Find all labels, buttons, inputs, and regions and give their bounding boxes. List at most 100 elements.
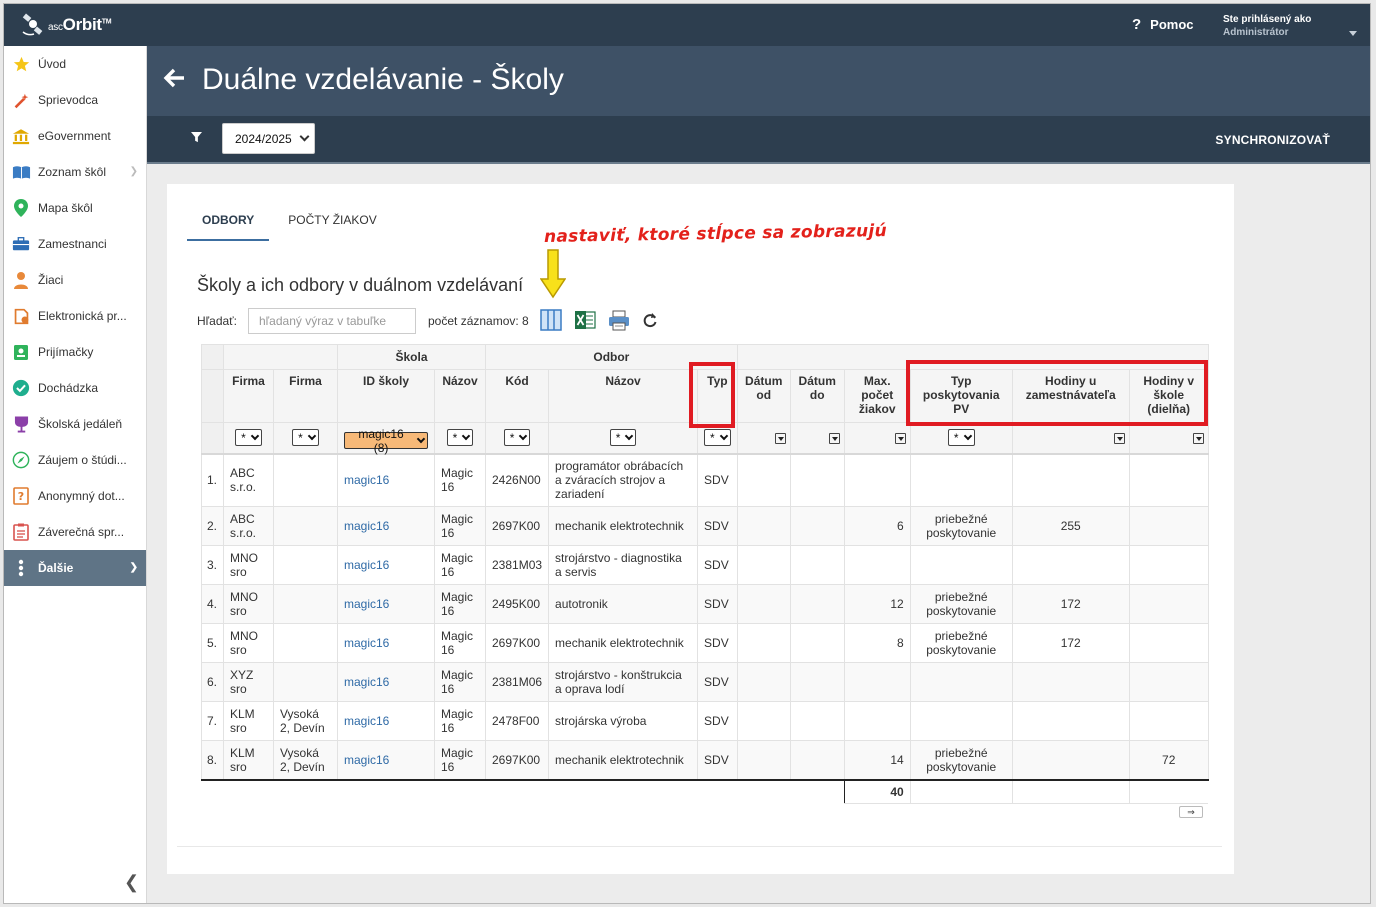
- divider: [177, 846, 1222, 847]
- collapse-sidebar-icon[interactable]: ❮: [124, 872, 139, 893]
- sidebar-item-anonymny[interactable]: ? Anonymný dot...: [4, 478, 146, 514]
- school-id-link[interactable]: magic16: [344, 675, 389, 689]
- user-caption: Ste prihlásený ako: [1223, 14, 1312, 25]
- tab-pocty-ziakov[interactable]: POČTY ŽIAKOV: [273, 209, 391, 241]
- sidebar-item-zamestnanci[interactable]: Zamestnanci: [4, 226, 146, 262]
- columns-icon[interactable]: [540, 309, 562, 331]
- filter-row: * * magic16 (8) * * * * *: [201, 422, 1209, 455]
- sidebar-item-zoznam-skol[interactable]: Zoznam škôl ❯: [4, 154, 146, 190]
- help-button[interactable]: ? Pomoc: [1132, 16, 1194, 33]
- filter-firma2-select[interactable]: *: [292, 429, 319, 447]
- table-row[interactable]: 7. KLM sro Vysoká 2, Devín magic16 Magic…: [201, 701, 1209, 741]
- synchronize-button[interactable]: SYNCHRONIZOVAŤ: [1215, 133, 1330, 147]
- col-nazov-skoly[interactable]: Názov: [434, 369, 486, 423]
- school-id-link[interactable]: magic16: [344, 714, 389, 728]
- table-row[interactable]: 5. MNO sro magic16 Magic 16 2697K00 mech…: [201, 623, 1209, 663]
- search-input[interactable]: hľadaný výraz v tabuľke: [248, 308, 416, 334]
- filter-hodiny-zamestnavatel-icon[interactable]: [1113, 433, 1125, 445]
- table-row[interactable]: 6. XYZ sro magic16 Magic 16 2381M06 stro…: [201, 662, 1209, 702]
- user-name: Administrátor: [1223, 27, 1289, 38]
- col-typ-poskytovania[interactable]: Typ poskytovania PV: [909, 369, 1013, 423]
- sidebar-item-label: Školská jedáleň: [38, 417, 123, 431]
- table-row[interactable]: 8. KLM sro Vysoká 2, Devín magic16 Magic…: [201, 740, 1209, 781]
- sidebar-item-label: Záujem o štúdi...: [38, 453, 127, 467]
- filter-nazov-odboru-select[interactable]: *: [609, 429, 637, 447]
- filter-id-skoly-select[interactable]: magic16 (8): [344, 427, 428, 455]
- sidebar-item-uvod[interactable]: Úvod: [4, 46, 146, 82]
- filter-icon[interactable]: [191, 132, 202, 146]
- filter-datum-od-icon[interactable]: [774, 433, 786, 445]
- school-id-link[interactable]: magic16: [344, 597, 389, 611]
- filter-hodiny-skola-icon[interactable]: [1192, 433, 1204, 445]
- filter-kod-select[interactable]: *: [503, 429, 531, 447]
- sidebar-item-elektronicka[interactable]: Elektronická pr...: [4, 298, 146, 334]
- logo-main-text: Orbit: [62, 15, 102, 34]
- filter-datum-do-icon[interactable]: [828, 433, 840, 445]
- school-id-link[interactable]: magic16: [344, 473, 389, 487]
- annotation-text: nastaviť, ktoré stĺpce sa zobrazujú: [543, 221, 888, 247]
- sidebar-item-dalsie[interactable]: Ďalšie ❯: [4, 550, 146, 586]
- table-row[interactable]: 3. MNO sro magic16 Magic 16 2381M03 stro…: [201, 545, 1209, 585]
- chevron-down-icon[interactable]: [1349, 31, 1357, 36]
- school-year-value: 2024/2025: [235, 131, 292, 146]
- id-badge-icon: [11, 342, 31, 362]
- sidebar-item-dochadzka[interactable]: Dochádzka: [4, 370, 146, 406]
- refresh-icon[interactable]: [642, 312, 658, 328]
- sidebar-item-egovernment[interactable]: eGovernment: [4, 118, 146, 154]
- table-tools: [540, 309, 670, 331]
- building-icon: [11, 126, 31, 146]
- group-header-row: Škola Odbor: [201, 344, 1209, 370]
- col-datum-od[interactable]: Dátum od: [736, 369, 791, 423]
- col-kod[interactable]: Kód: [484, 369, 550, 423]
- sidebar-item-zaujem[interactable]: Záujem o štúdi...: [4, 442, 146, 478]
- sidebar-item-sprievodca[interactable]: Sprievodca: [4, 82, 146, 118]
- col-typ[interactable]: Typ: [697, 369, 738, 423]
- tab-odbory[interactable]: ODBORY: [187, 209, 270, 241]
- user-menu[interactable]: Ste prihlásený ako Administrátor: [1223, 13, 1311, 39]
- table-row[interactable]: 1. ABC s.r.o. magic16 Magic 16 2426N00 p…: [201, 452, 1209, 507]
- more-icon: [11, 558, 31, 578]
- col-hodiny-skola[interactable]: Hodiny v škole (dielňa): [1128, 369, 1209, 423]
- filter-typ-select[interactable]: *: [704, 429, 731, 447]
- sidebar-item-label: Zoznam škôl: [38, 165, 107, 179]
- sidebar-item-label: Anonymný dot...: [38, 489, 125, 503]
- record-count: počet záznamov: 8: [428, 314, 529, 328]
- col-datum-do[interactable]: Dátum do: [789, 369, 845, 423]
- school-id-link[interactable]: magic16: [344, 519, 389, 533]
- chevron-right-icon: ❯: [129, 166, 138, 177]
- filter-typ-poskytovania-select[interactable]: *: [947, 429, 975, 447]
- sidebar-item-ziaci[interactable]: Žiaci: [4, 262, 146, 298]
- excel-export-icon[interactable]: [574, 309, 596, 331]
- col-id-skoly[interactable]: ID školy: [337, 369, 435, 423]
- table-row[interactable]: 2. ABC s.r.o. magic16 Magic 16 2697K00 m…: [201, 506, 1209, 546]
- question-icon: ?: [1132, 16, 1142, 33]
- school-id-link[interactable]: magic16: [344, 753, 389, 767]
- col-max-pocet[interactable]: Max. počet žiakov: [843, 369, 911, 423]
- sidebar-item-label: Sprievodca: [38, 93, 99, 107]
- back-arrow-icon[interactable]: [162, 66, 188, 92]
- tab-bar: ODBORY POČTY ŽIAKOV: [187, 209, 392, 241]
- print-icon[interactable]: [608, 309, 630, 331]
- sum-max-pocet: 40: [843, 779, 911, 804]
- sidebar-item-prijimacky[interactable]: Prijímačky: [4, 334, 146, 370]
- content-panel: ODBORY POČTY ŽIAKOV nastaviť, ktoré stĺp…: [167, 184, 1234, 874]
- sidebar-item-mapa-skol[interactable]: Mapa škôl: [4, 190, 146, 226]
- logo[interactable]: ascOrbitTM: [20, 10, 112, 40]
- filter-nazov-skoly-select[interactable]: *: [446, 429, 474, 447]
- sidebar-item-zaverecna[interactable]: Záverečná spr...: [4, 514, 146, 550]
- col-hodiny-zamestnavatel[interactable]: Hodiny u zamestnávateľa: [1011, 369, 1130, 423]
- school-id-link[interactable]: magic16: [344, 636, 389, 650]
- col-nazov-odboru[interactable]: Názov: [548, 369, 699, 423]
- section-title: Školy a ich odbory v duálnom vzdelávaní: [197, 275, 524, 295]
- col-firma-2[interactable]: Firma: [273, 369, 338, 423]
- table-row[interactable]: 4. MNO sro magic16 Magic 16 2495K00 auto…: [201, 584, 1209, 624]
- cup-icon: [11, 414, 31, 434]
- next-page-button[interactable]: ⇒: [1179, 806, 1203, 818]
- filter-max-pocet-icon[interactable]: [894, 433, 906, 445]
- sidebar-item-jedalen[interactable]: Školská jedáleň: [4, 406, 146, 442]
- group-header-odbor: Odbor: [485, 344, 738, 370]
- col-firma[interactable]: Firma: [223, 369, 274, 423]
- school-id-link[interactable]: magic16: [344, 558, 389, 572]
- school-year-select[interactable]: 2024/2025: [222, 123, 315, 154]
- filter-firma-select[interactable]: *: [235, 429, 262, 447]
